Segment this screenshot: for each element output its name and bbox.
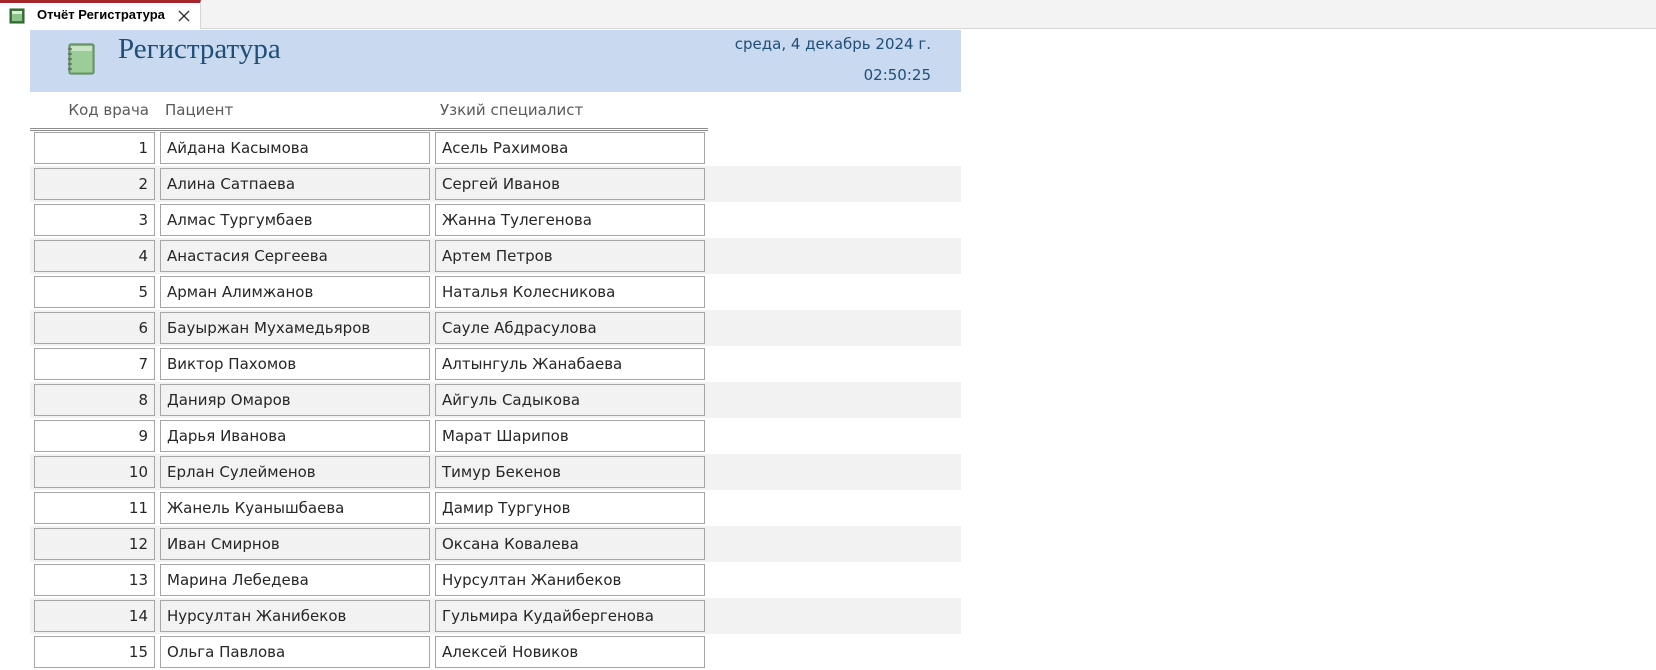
cell-code[interactable]: 6 xyxy=(34,312,155,344)
cell-specialist[interactable]: Тимур Бекенов xyxy=(435,456,705,488)
report-header: Регистратура среда, 4 декабрь 2024 г. 02… xyxy=(30,30,961,92)
cell-patient[interactable]: Анастасия Сергеева xyxy=(160,240,430,272)
cell-patient[interactable]: Ерлан Сулейменов xyxy=(160,456,430,488)
cell-code[interactable]: 2 xyxy=(34,168,155,200)
cell-code[interactable]: 11 xyxy=(34,492,155,524)
cell-patient[interactable]: Бауыржан Мухамедьяров xyxy=(160,312,430,344)
cell-code[interactable]: 9 xyxy=(34,420,155,452)
document-tab-strip: Отчёт Регистратура xyxy=(0,0,1656,29)
cell-specialist[interactable]: Дамир Тургунов xyxy=(435,492,705,524)
cell-code[interactable]: 14 xyxy=(34,600,155,632)
cell-specialist[interactable]: Марат Шарипов xyxy=(435,420,705,452)
cell-patient[interactable]: Данияр Омаров xyxy=(160,384,430,416)
cell-code[interactable]: 8 xyxy=(34,384,155,416)
cell-code[interactable]: 3 xyxy=(34,204,155,236)
cell-patient[interactable]: Алина Сатпаева xyxy=(160,168,430,200)
cell-patient[interactable]: Алмас Тургумбаев xyxy=(160,204,430,236)
cell-patient[interactable]: Арман Алимжанов xyxy=(160,276,430,308)
column-header-patient: Пациент xyxy=(165,101,234,119)
table-row: 9 Дарья Иванова Марат Шарипов xyxy=(30,418,961,454)
table-row: 15 Ольга Павлова Алексей Новиков xyxy=(30,634,961,670)
report-date: среда, 4 декабрь 2024 г. xyxy=(734,35,931,53)
column-header-code: Код врача xyxy=(68,101,149,119)
table-row: 5 Арман Алимжанов Наталья Колесникова xyxy=(30,274,961,310)
report-icon xyxy=(9,8,25,24)
report-time: 02:50:25 xyxy=(863,66,931,84)
table-row: 8 Данияр Омаров Айгуль Садыкова xyxy=(30,382,961,418)
cell-code[interactable]: 12 xyxy=(34,528,155,560)
report-title: Регистратура xyxy=(118,33,281,65)
cell-specialist[interactable]: Асель Рахимова xyxy=(435,132,705,164)
cell-specialist[interactable]: Сауле Абдрасулова xyxy=(435,312,705,344)
tab-label: Отчёт Регистратура xyxy=(37,7,165,22)
column-header-specialist: Узкий специалист xyxy=(440,101,584,119)
cell-code[interactable]: 7 xyxy=(34,348,155,380)
table-row: 7 Виктор Пахомов Алтынгуль Жанабаева xyxy=(30,346,961,382)
table-row: 1 Айдана Касымова Асель Рахимова xyxy=(30,130,961,166)
table-row: 2 Алина Сатпаева Сергей Иванов xyxy=(30,166,961,202)
table-row: 13 Марина Лебедева Нурсултан Жанибеков xyxy=(30,562,961,598)
notebook-icon xyxy=(66,43,96,76)
table-row: 10 Ерлан Сулейменов Тимур Бекенов xyxy=(30,454,961,490)
cell-specialist[interactable]: Жанна Тулегенова xyxy=(435,204,705,236)
cell-specialist[interactable]: Оксана Ковалева xyxy=(435,528,705,560)
report-tab[interactable]: Отчёт Регистратура xyxy=(0,0,201,29)
table-row: 11 Жанель Куанышбаева Дамир Тургунов xyxy=(30,490,961,526)
cell-specialist[interactable]: Нурсултан Жанибеков xyxy=(435,564,705,596)
cell-code[interactable]: 1 xyxy=(34,132,155,164)
table-row: 3 Алмас Тургумбаев Жанна Тулегенова xyxy=(30,202,961,238)
cell-code[interactable]: 15 xyxy=(34,636,155,668)
cell-code[interactable]: 10 xyxy=(34,456,155,488)
table-row: 4 Анастасия Сергеева Артем Петров xyxy=(30,238,961,274)
cell-patient[interactable]: Иван Смирнов xyxy=(160,528,430,560)
cell-patient[interactable]: Виктор Пахомов xyxy=(160,348,430,380)
cell-specialist[interactable]: Артем Петров xyxy=(435,240,705,272)
cell-specialist[interactable]: Наталья Колесникова xyxy=(435,276,705,308)
cell-patient[interactable]: Айдана Касымова xyxy=(160,132,430,164)
cell-patient[interactable]: Нурсултан Жанибеков xyxy=(160,600,430,632)
close-icon[interactable] xyxy=(176,8,192,24)
cell-patient[interactable]: Ольга Павлова xyxy=(160,636,430,668)
table-row: 14 Нурсултан Жанибеков Гульмира Кудайбер… xyxy=(30,598,961,634)
report-rows: 1 Айдана Касымова Асель Рахимова 2 Алина… xyxy=(30,130,961,670)
cell-specialist[interactable]: Гульмира Кудайбергенова xyxy=(435,600,705,632)
cell-patient[interactable]: Жанель Куанышбаева xyxy=(160,492,430,524)
cell-code[interactable]: 13 xyxy=(34,564,155,596)
cell-specialist[interactable]: Алтынгуль Жанабаева xyxy=(435,348,705,380)
cell-patient[interactable]: Дарья Иванова xyxy=(160,420,430,452)
cell-code[interactable]: 4 xyxy=(34,240,155,272)
table-row: 6 Бауыржан Мухамедьяров Сауле Абдрасулов… xyxy=(30,310,961,346)
cell-specialist[interactable]: Айгуль Садыкова xyxy=(435,384,705,416)
table-row: 12 Иван Смирнов Оксана Ковалева xyxy=(30,526,961,562)
cell-specialist[interactable]: Алексей Новиков xyxy=(435,636,705,668)
cell-specialist[interactable]: Сергей Иванов xyxy=(435,168,705,200)
cell-code[interactable]: 5 xyxy=(34,276,155,308)
cell-patient[interactable]: Марина Лебедева xyxy=(160,564,430,596)
